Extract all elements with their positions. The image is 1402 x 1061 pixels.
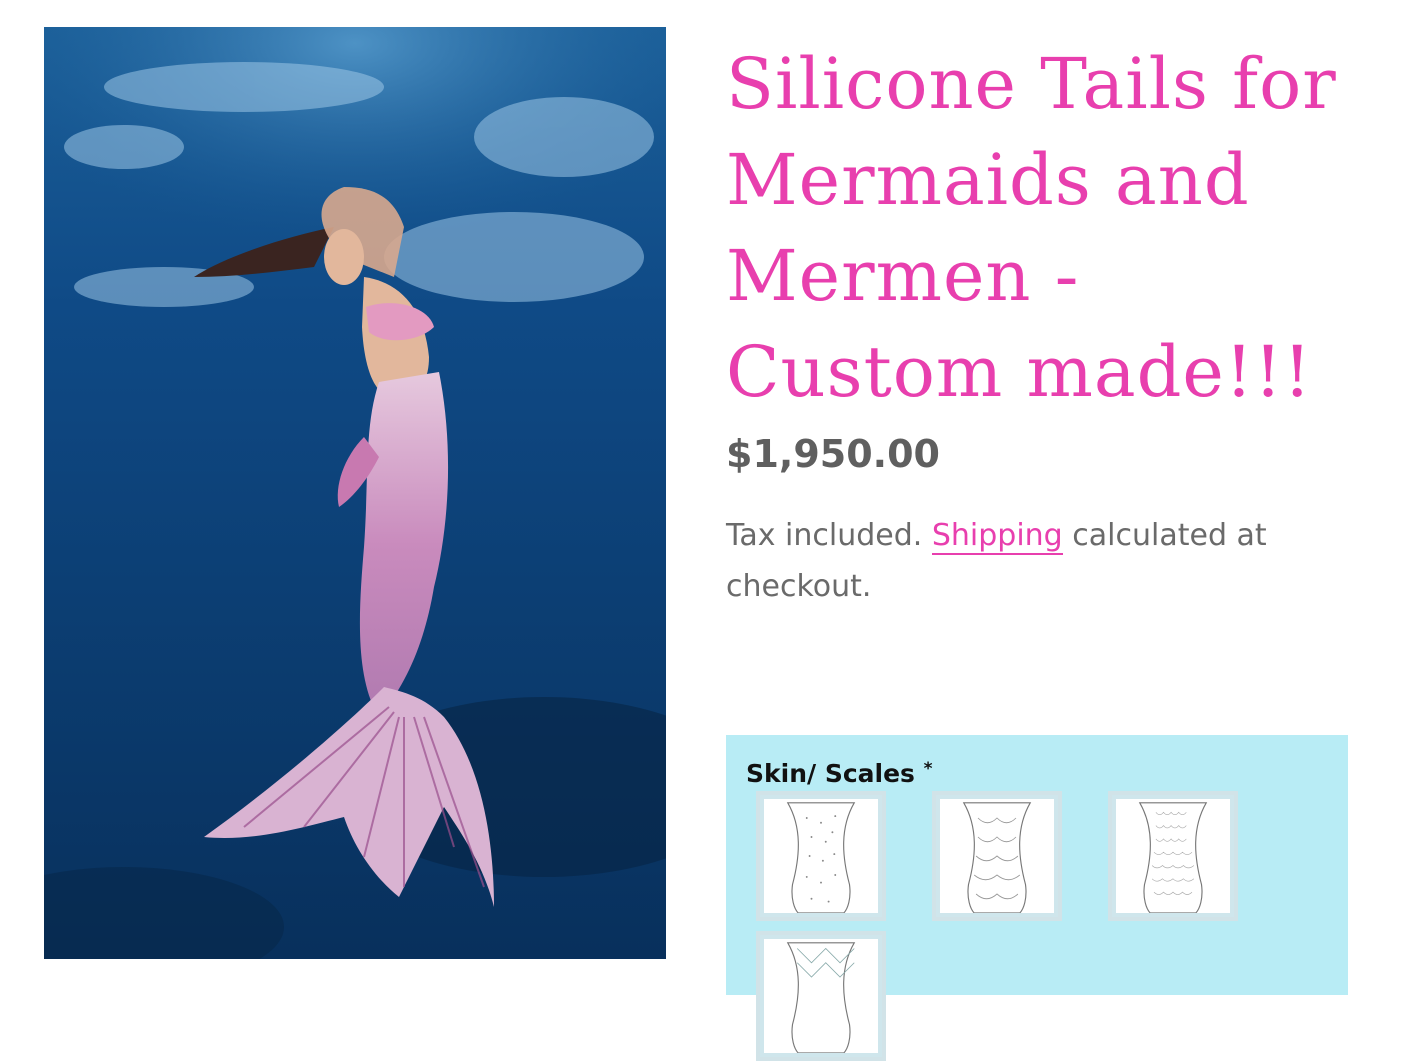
diamond-scales-icon [786,942,856,1053]
swatch-dots[interactable] [756,791,886,921]
tax-text: Tax included. [726,518,923,553]
scales-large-icon [962,802,1032,913]
product-price: $1,950.00 [726,432,940,476]
tax-shipping-note: Tax included. Shipping calculated at che… [726,510,1336,612]
option-label-text: Skin/ Scales [746,759,915,788]
product-image[interactable] [44,27,666,959]
swatch-diamond-scales[interactable] [756,931,886,1061]
product-title: Silicone Tails for Mermaids and Mermen -… [726,43,1337,413]
swatch-scales-small[interactable] [1108,791,1238,921]
shipping-link[interactable]: Shipping [931,518,1063,555]
dots-icon [786,802,856,913]
mermaid-underwater-image [44,27,666,959]
scales-small-icon [1138,802,1208,913]
swatch-scales-large[interactable] [932,791,1062,921]
product-info: Silicone Tails for Mermaids and Mermen -… [726,36,1366,420]
skin-scales-options: Skin/ Scales * [726,735,1348,1061]
option-label: Skin/ Scales * [746,759,933,788]
required-mark: * [923,759,933,779]
